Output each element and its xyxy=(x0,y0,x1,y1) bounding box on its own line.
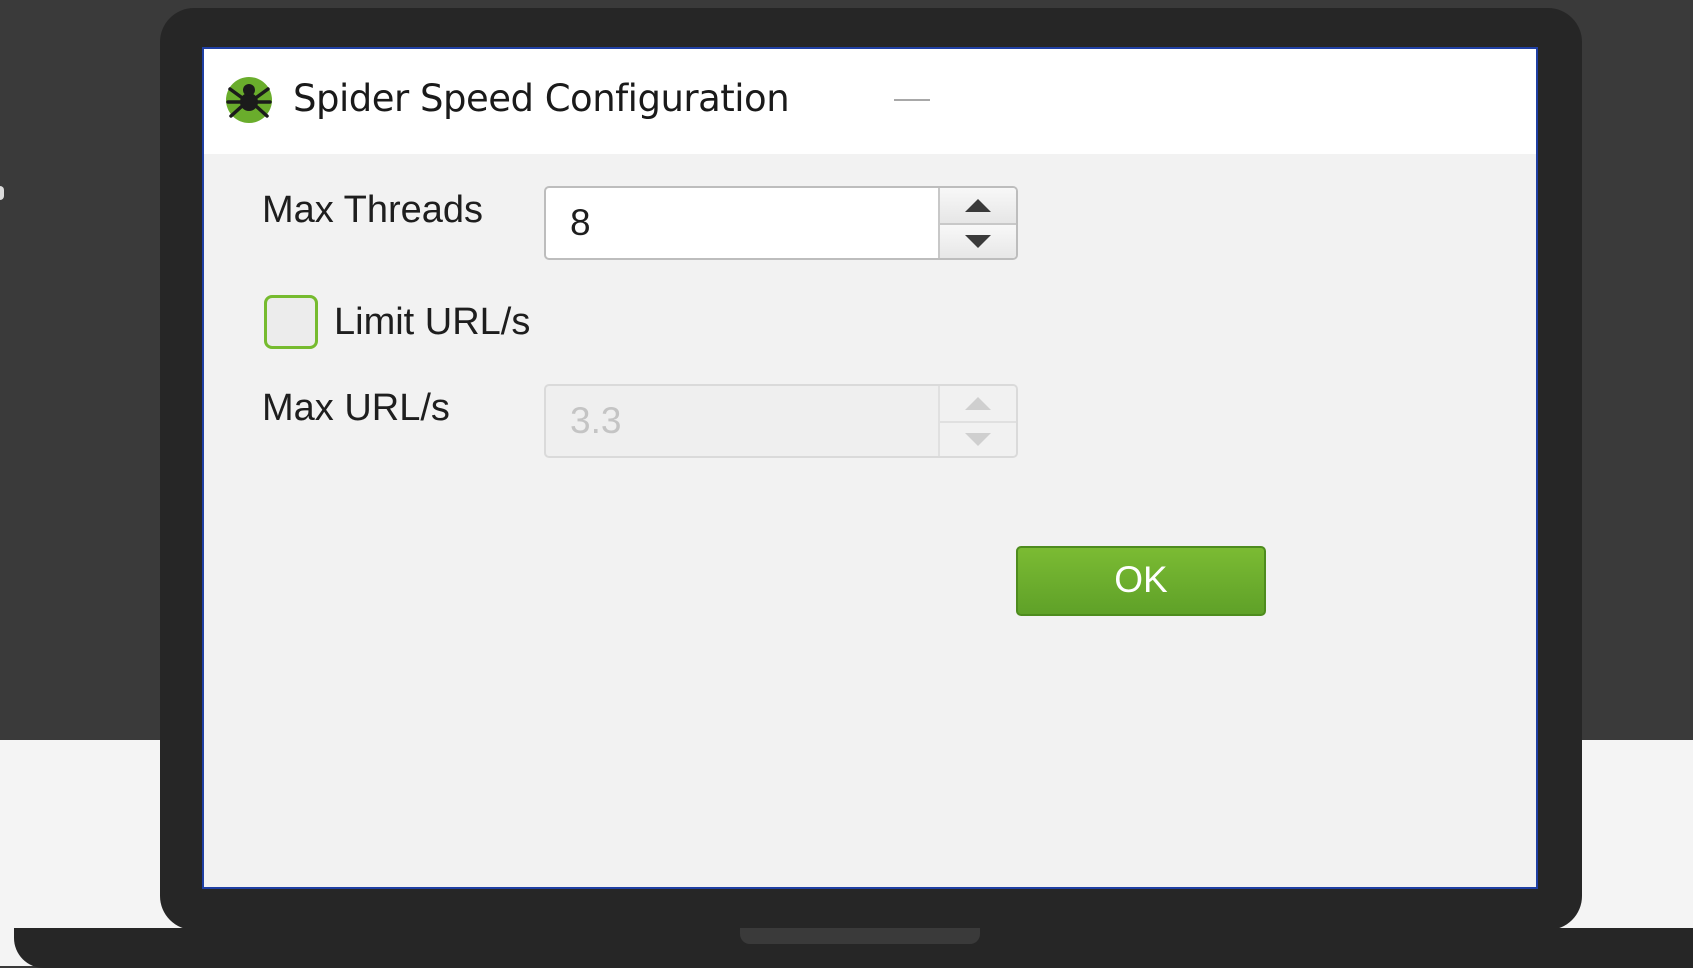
max-threads-value[interactable]: 8 xyxy=(570,202,591,244)
limit-urls-checkbox[interactable] xyxy=(264,295,318,349)
arrow-up-icon xyxy=(965,199,991,212)
max-urls-spin-buttons xyxy=(938,386,1016,456)
max-threads-spinbox[interactable]: 8 xyxy=(544,186,1018,260)
max-threads-decrement-button[interactable] xyxy=(940,225,1016,258)
max-threads-increment-button[interactable] xyxy=(940,188,1016,225)
laptop-notch xyxy=(740,928,980,944)
limit-urls-label[interactable]: Limit URL/s xyxy=(334,301,530,344)
max-urls-spinbox[interactable]: 3.3 xyxy=(544,384,1018,458)
arrow-up-icon xyxy=(965,397,991,410)
max-urls-increment-button[interactable] xyxy=(940,386,1016,423)
arrow-down-icon xyxy=(965,433,991,446)
spider-logo-icon xyxy=(226,77,272,123)
dialog-titlebar: Spider Speed Configuration xyxy=(204,49,1536,154)
ok-button[interactable]: OK xyxy=(1016,546,1266,616)
spider-speed-dialog: Spider Speed Configuration Max Threads 8… xyxy=(202,47,1538,889)
max-urls-decrement-button[interactable] xyxy=(940,423,1016,456)
max-threads-label: Max Threads xyxy=(262,189,484,231)
arrow-down-icon xyxy=(965,235,991,248)
max-threads-spin-buttons xyxy=(938,188,1016,258)
max-urls-label: Max URL/s xyxy=(262,387,450,429)
background-edge-mark xyxy=(0,186,4,200)
minimize-button[interactable] xyxy=(894,99,930,101)
max-urls-value[interactable]: 3.3 xyxy=(570,400,621,442)
dialog-title: Spider Speed Configuration xyxy=(293,77,790,120)
